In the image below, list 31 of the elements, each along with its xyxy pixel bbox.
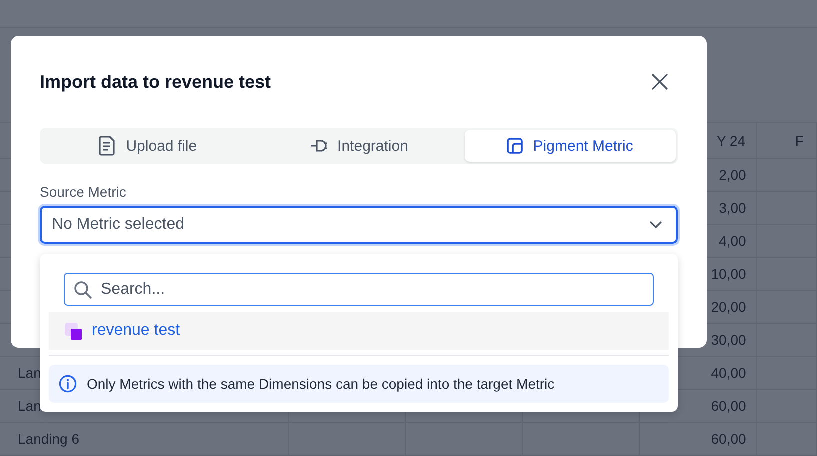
info-icon [59, 375, 77, 393]
column-header: Y 24 [717, 132, 746, 148]
column-header: F [795, 132, 804, 148]
metric-select[interactable]: No Metric selected [40, 206, 678, 244]
table-cell: 4,00 [719, 233, 746, 249]
tab[interactable]: Upload file [42, 130, 254, 162]
row-label: Lan [18, 365, 42, 381]
table-cell: 30,00 [711, 332, 746, 348]
search-field[interactable]: Search... [64, 273, 654, 306]
table-cell: 60,00 [711, 431, 746, 447]
search-icon [74, 281, 92, 299]
row-label: Landing 6 [18, 431, 80, 447]
dialog-title: Import data to revenue test [40, 72, 272, 92]
metric-icon [507, 138, 524, 154]
info-text: Only Metrics with the same Dimensions can be copied into the target Metric [87, 376, 555, 392]
tab[interactable]: Integration [253, 130, 465, 162]
metric-option[interactable]: revenue test [49, 312, 669, 350]
document-icon [98, 136, 116, 156]
chevron-down-icon [650, 221, 662, 229]
table-cell: 10,00 [711, 266, 746, 282]
table-cell: 40,00 [711, 365, 746, 381]
metric-icon [65, 322, 82, 340]
tab[interactable]: Pigment Metric [464, 130, 676, 162]
table-cell: 2,00 [719, 167, 746, 183]
close-icon[interactable] [652, 74, 668, 90]
table-cell: 20,00 [711, 299, 746, 315]
plug-icon [310, 139, 328, 153]
table-cell: 60,00 [711, 398, 746, 414]
table-cell: 3,00 [719, 200, 746, 216]
row-label: Lan [18, 398, 42, 414]
field-label: Source Metric [40, 184, 128, 200]
